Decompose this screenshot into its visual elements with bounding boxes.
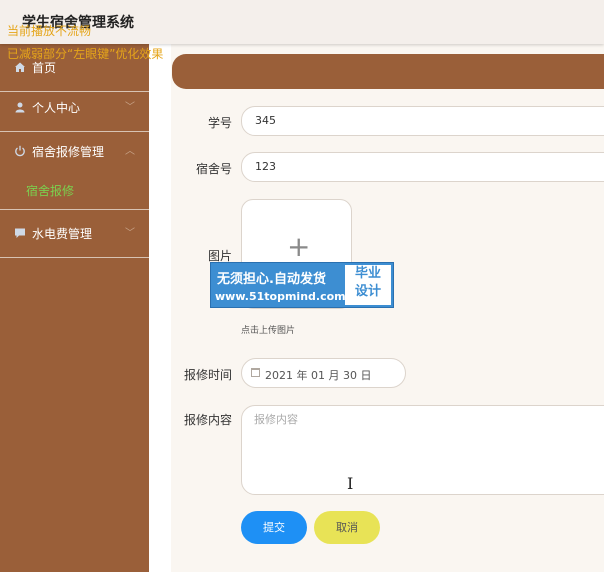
sidebar: 首页 个人中心 ﹀ 宿舍报修管理 ︿ 宿舍报修 水电费管理 ﹀: [0, 44, 149, 572]
chat-icon: [15, 228, 25, 238]
form-header-bar: [172, 54, 604, 89]
dorm-number-label: 宿舍号: [195, 162, 232, 176]
sidebar-item-label: 水电费管理: [32, 227, 93, 241]
upload-hint: 点击上传图片: [241, 326, 296, 336]
student-id-input[interactable]: 345: [241, 106, 604, 136]
repair-content-placeholder: 报修内容: [254, 413, 298, 426]
watermark-banner: 无须担心.自动发货 www.51topmind.com 毕业 设计: [210, 262, 394, 308]
cancel-button[interactable]: 取消: [314, 511, 380, 544]
calendar-icon: [251, 368, 260, 377]
sidebar-subitem-label: 宿舍报修: [26, 184, 75, 198]
watermark-badge-top: 毕业: [354, 266, 381, 281]
user-icon: [15, 102, 25, 113]
submit-button[interactable]: 提交: [241, 511, 307, 544]
watermark-slogan: 无须担心.自动发货: [217, 272, 326, 287]
power-icon: [15, 145, 25, 157]
repair-time-value: 2021 年 01 月 30 日: [265, 369, 372, 382]
playback-notice: 当前播放不流畅: [7, 24, 92, 38]
repair-time-picker[interactable]: 2021 年 01 月 30 日: [241, 358, 406, 388]
watermark-badge-bottom: 设计: [354, 284, 381, 299]
chevron-up-icon: ︿: [125, 146, 135, 157]
repair-content-label: 报修内容: [183, 413, 232, 427]
sidebar-item-label: 个人中心: [32, 101, 81, 115]
repair-time-label: 报修时间: [183, 368, 232, 382]
text-cursor-icon: I: [347, 474, 354, 493]
plus-icon: +: [287, 230, 311, 263]
home-icon: [15, 62, 25, 72]
optimization-notice: 已减弱部分“左眼键”优化效果: [7, 47, 164, 61]
chevron-down-icon: ﹀: [125, 228, 135, 239]
sidebar-item-utility-fees[interactable]: 水电费管理 ﹀: [0, 210, 149, 258]
watermark-url: www.51topmind.com: [215, 290, 346, 303]
repair-content-textarea[interactable]: 报修内容: [241, 405, 604, 495]
chevron-down-icon: ﹀: [125, 102, 135, 113]
sidebar-item-label: 宿舍报修管理: [32, 145, 105, 159]
student-id-label: 学号: [207, 116, 232, 130]
sidebar-item-profile[interactable]: 个人中心 ﹀: [0, 84, 149, 132]
dorm-number-input[interactable]: 123: [241, 152, 604, 182]
sidebar-subitem-dorm-repair[interactable]: 宿舍报修: [0, 174, 149, 210]
watermark-badge: 毕业 设计: [345, 265, 391, 305]
sidebar-item-repair-management[interactable]: 宿舍报修管理 ︿: [0, 128, 149, 176]
